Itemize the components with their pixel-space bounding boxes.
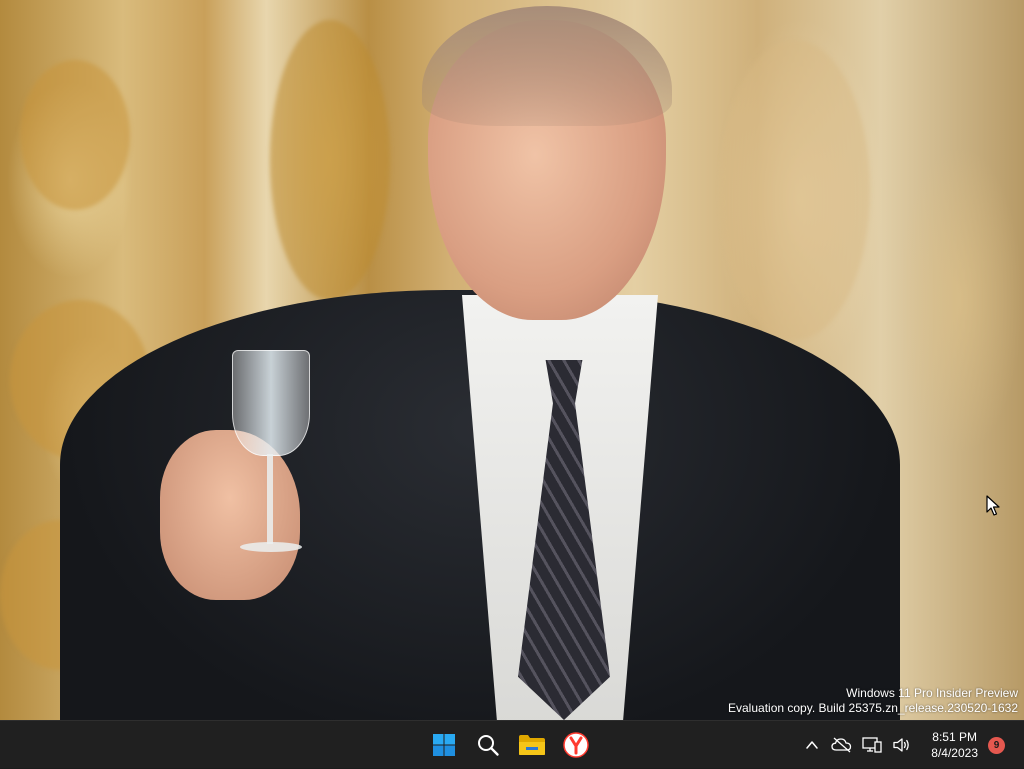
folder-icon xyxy=(519,735,545,755)
wallpaper-ornament xyxy=(270,20,390,300)
start-button[interactable] xyxy=(424,725,464,765)
wallpaper-ornament xyxy=(20,60,130,210)
notification-badge[interactable]: 9 xyxy=(988,736,1005,754)
yandex-browser-icon xyxy=(563,732,589,758)
show-hidden-icons-button[interactable] xyxy=(797,725,827,765)
volume-button[interactable] xyxy=(887,725,917,765)
search-button[interactable] xyxy=(468,725,508,765)
system-tray: 8:51 PM 8/4/2023 9 xyxy=(797,721,1024,769)
cloud-offline-icon xyxy=(831,737,852,753)
clock-button[interactable]: 8:51 PM 8/4/2023 xyxy=(917,729,982,761)
windows-logo-icon xyxy=(433,734,455,756)
taskbar: 8:51 PM 8/4/2023 9 xyxy=(0,720,1024,768)
search-icon xyxy=(478,735,499,756)
wallpaper-ornament xyxy=(720,40,870,340)
desktop-wallpaper[interactable] xyxy=(0,0,1024,720)
wallpaper-figure-hair xyxy=(422,6,672,126)
taskbar-pinned-apps xyxy=(424,721,596,769)
mouse-cursor-icon xyxy=(986,495,1000,516)
watermark-build: Evaluation copy. Build 25375.zn_release.… xyxy=(728,701,1018,715)
yandex-browser-button[interactable] xyxy=(556,725,596,765)
network-icon xyxy=(862,737,882,753)
file-explorer-button[interactable] xyxy=(512,725,552,765)
chevron-up-icon xyxy=(806,741,819,749)
volume-icon xyxy=(893,738,910,752)
windows-watermark: Windows 11 Pro Insider Preview Evaluatio… xyxy=(728,686,1018,716)
clock-date: 8/4/2023 xyxy=(931,746,978,760)
watermark-edition: Windows 11 Pro Insider Preview xyxy=(846,686,1018,700)
network-button[interactable] xyxy=(857,725,887,765)
clock-time: 8:51 PM xyxy=(932,730,977,744)
onedrive-button[interactable] xyxy=(827,725,857,765)
wallpaper-wine-glass xyxy=(232,350,310,560)
